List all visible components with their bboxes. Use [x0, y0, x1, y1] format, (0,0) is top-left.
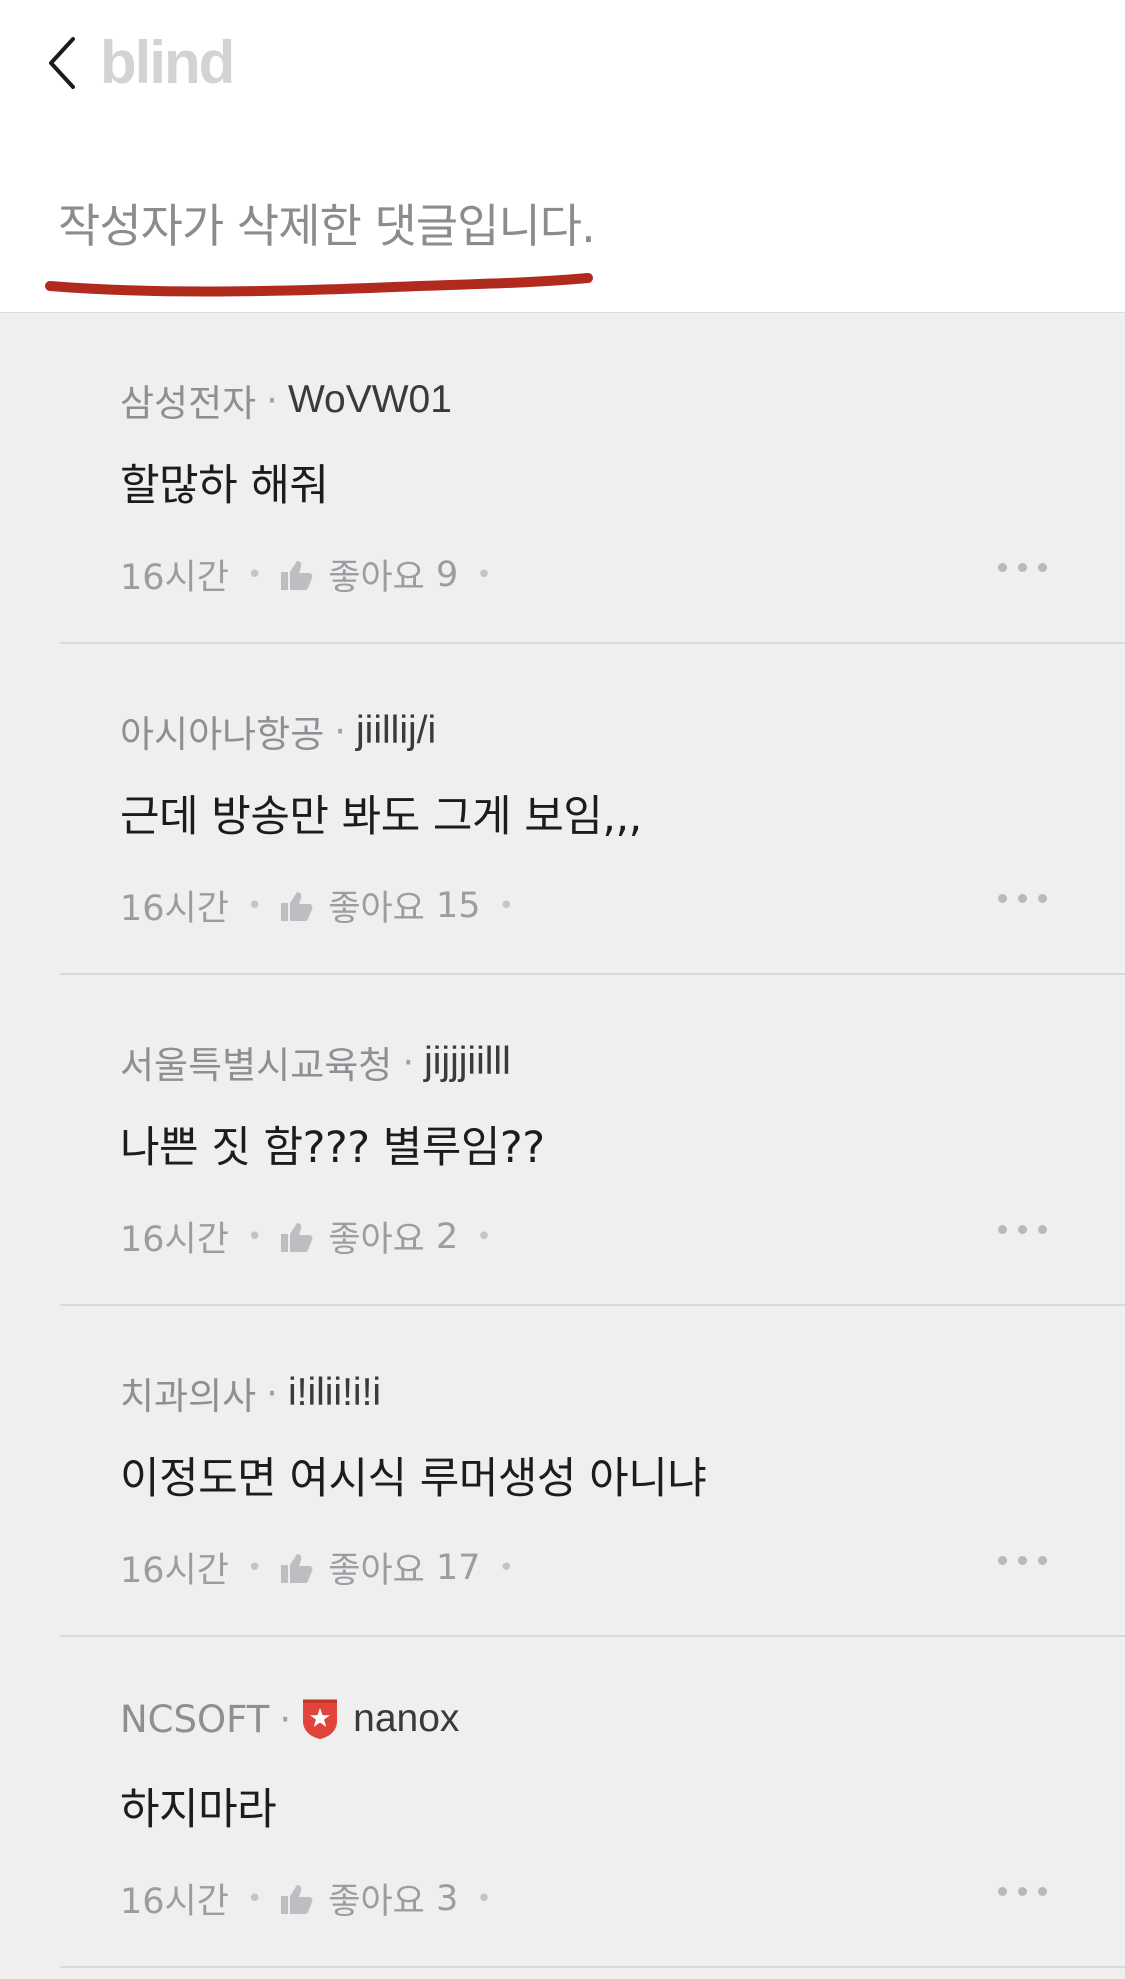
- like-label[interactable]: 좋아요: [328, 549, 425, 600]
- separator-dot: •: [246, 1552, 263, 1583]
- verified-company-badge-icon: [301, 1698, 339, 1740]
- separator-dot: •: [498, 890, 514, 921]
- comment-author: 서울특별시교육청 · jijjjiilll: [120, 1035, 511, 1089]
- more-options-button[interactable]: [998, 1556, 1047, 1565]
- separator-dot: •: [246, 1221, 263, 1252]
- comment-author: NCSOFT · nanox: [120, 1697, 459, 1741]
- timestamp: 16시간: [120, 1882, 229, 1922]
- company-name[interactable]: 삼성전자: [120, 373, 256, 427]
- timestamp: 16시간: [120, 1220, 229, 1260]
- timestamp: 16시간: [120, 889, 229, 929]
- blind-logo: blind: [100, 29, 235, 96]
- separator-dot: ·: [266, 378, 278, 422]
- nickname[interactable]: nanox: [353, 1697, 459, 1741]
- like-count: 3: [436, 1878, 459, 1919]
- comment-item: 삼성전자 · WoVW01 할많하 해줘 16시간 • 좋아요 9 •: [60, 313, 1125, 644]
- like-label[interactable]: 좋아요: [328, 1211, 425, 1262]
- chevron-left-icon: [49, 37, 75, 89]
- thumbs-up-icon[interactable]: [280, 1221, 314, 1253]
- comment-item: 아시아나항공 · jiillij/i 근데 방송만 봐도 그게 보임,,, 16…: [60, 644, 1125, 975]
- like-label[interactable]: 좋아요: [328, 880, 425, 931]
- separator-dot: •: [498, 1552, 514, 1583]
- company-name[interactable]: NCSOFT: [120, 1698, 269, 1741]
- timestamp: 16시간: [120, 558, 229, 598]
- comment-text: 이정도면 여시식 루머생성 아니냐: [120, 1454, 707, 1504]
- comment-item: 치과의사 · i!ilii!i!i 이정도면 여시식 루머생성 아니냐 16시간…: [60, 1306, 1125, 1637]
- separator-dot: ·: [402, 1040, 415, 1084]
- separator-dot: •: [476, 1221, 492, 1252]
- comment-text: 하지마라: [120, 1785, 277, 1835]
- comment-text: 근데 방송만 봐도 그게 보임,,,: [120, 792, 642, 842]
- separator-dot: •: [476, 559, 492, 590]
- separator-dot: •: [246, 559, 263, 590]
- nickname[interactable]: jijjjiilll: [424, 1040, 511, 1084]
- more-options-button[interactable]: [998, 563, 1047, 572]
- thumbs-up-icon[interactable]: [280, 559, 314, 591]
- separator-dot: ·: [266, 1371, 278, 1415]
- comment-footer: 16시간 • 좋아요 3 •: [120, 1873, 510, 1924]
- timestamp: 16시간: [120, 1551, 229, 1591]
- company-name[interactable]: 서울특별시교육청: [120, 1035, 392, 1089]
- deleted-comment-message: 작성자가 삭제한 댓글입니다.: [58, 199, 596, 253]
- company-name[interactable]: 아시아나항공: [120, 704, 324, 758]
- nickname[interactable]: jiillij/i: [356, 709, 436, 753]
- like-count: 17: [436, 1547, 481, 1588]
- comment-list: 삼성전자 · WoVW01 할많하 해줘 16시간 • 좋아요 9 • 아시아나…: [0, 312, 1125, 1979]
- comment-author: 삼성전자 · WoVW01: [120, 373, 452, 427]
- separator-dot: •: [246, 1883, 263, 1914]
- comment-text: 할많하 해줘: [120, 461, 329, 511]
- comment-footer: 16시간 • 좋아요 17 •: [120, 1542, 532, 1593]
- separator-dot: ·: [334, 709, 347, 753]
- like-count: 15: [436, 885, 481, 926]
- comment-item: 서울특별시교육청 · jijjjiilll 나쁜 짓 함??? 별루임?? 16…: [60, 975, 1125, 1306]
- comment-footer: 16시간 • 좋아요 15 •: [120, 880, 532, 931]
- like-count: 9: [436, 554, 459, 595]
- comment-text: 나쁜 짓 함??? 별루임??: [120, 1123, 545, 1173]
- comment-footer: 16시간 • 좋아요 9 •: [120, 549, 510, 600]
- comment-author: 아시아나항공 · jiillij/i: [120, 704, 436, 758]
- comment-footer: 16시간 • 좋아요 2 •: [120, 1211, 510, 1262]
- top-header: blind 작성자가 삭제한 댓글입니다.: [0, 0, 1125, 312]
- comment-item: NCSOFT · nanox 하지마라 16시간 • 좋아요 3 •: [60, 1637, 1125, 1968]
- separator-dot: •: [246, 890, 263, 921]
- separator-dot: ·: [279, 1697, 292, 1741]
- back-button[interactable]: [40, 30, 84, 96]
- more-options-button[interactable]: [998, 1887, 1047, 1896]
- comment-author: 치과의사 · i!ilii!i!i: [120, 1366, 381, 1420]
- thumbs-up-icon[interactable]: [280, 1883, 314, 1915]
- thumbs-up-icon[interactable]: [280, 890, 314, 922]
- separator-dot: •: [476, 1883, 492, 1914]
- thumbs-up-icon[interactable]: [280, 1552, 314, 1584]
- more-options-button[interactable]: [998, 1225, 1047, 1234]
- red-underline-annotation: [45, 273, 593, 297]
- more-options-button[interactable]: [998, 894, 1047, 903]
- nickname[interactable]: i!ilii!i!i: [288, 1371, 381, 1415]
- like-count: 2: [436, 1216, 459, 1257]
- like-label[interactable]: 좋아요: [328, 1542, 425, 1593]
- company-name[interactable]: 치과의사: [120, 1366, 256, 1420]
- like-label[interactable]: 좋아요: [328, 1873, 425, 1924]
- nickname[interactable]: WoVW01: [288, 378, 452, 422]
